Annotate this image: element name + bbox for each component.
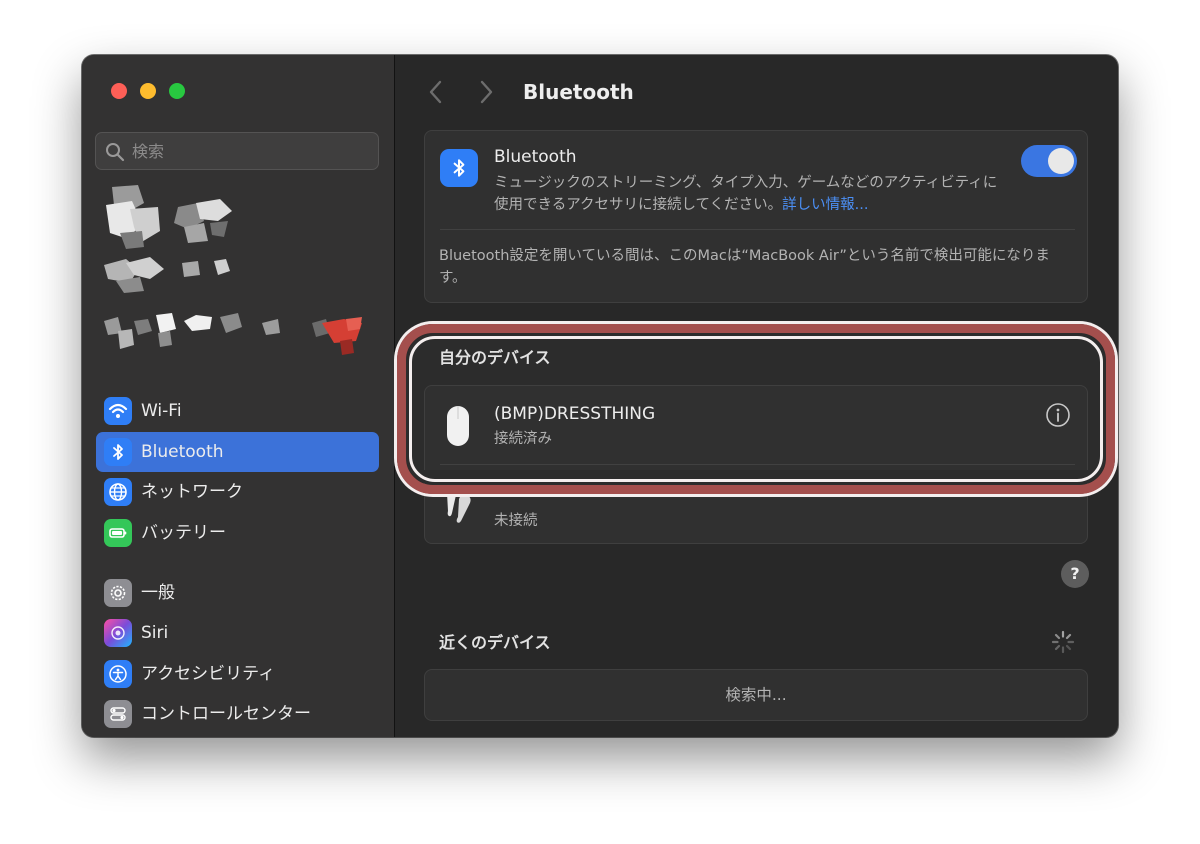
bluetooth-icon bbox=[440, 149, 478, 187]
divider bbox=[440, 229, 1075, 230]
bluetooth-description-text: ミュージックのストリーミング、タイプ入力、ゲームなどのアクティビティに使用できる… bbox=[494, 175, 998, 213]
sidebar-item-battery[interactable]: バッテリー bbox=[96, 513, 379, 553]
search-input[interactable] bbox=[132, 133, 367, 169]
more-info-link[interactable]: 詳しい情報... bbox=[782, 197, 868, 213]
back-button[interactable] bbox=[425, 79, 447, 105]
siri-icon bbox=[104, 619, 132, 647]
wifi-icon bbox=[104, 397, 132, 425]
searching-status: 検索中... bbox=[725, 686, 787, 704]
control-center-icon bbox=[104, 700, 132, 728]
loading-spinner-icon bbox=[1051, 630, 1075, 654]
help-button[interactable]: ? bbox=[1061, 560, 1089, 588]
chevron-left-icon bbox=[429, 80, 442, 104]
sidebar-item-siri[interactable]: Siri bbox=[96, 613, 379, 653]
bluetooth-toggle[interactable] bbox=[1021, 145, 1077, 177]
device-status: 未接続 bbox=[494, 513, 538, 529]
highlight-annotation bbox=[397, 324, 1115, 494]
sidebar-item-accessibility[interactable]: アクセシビリティ bbox=[96, 654, 379, 694]
bluetooth-card-title: Bluetooth bbox=[494, 147, 577, 167]
chevron-right-icon bbox=[480, 80, 493, 104]
forward-button[interactable] bbox=[475, 79, 497, 105]
sidebar-item-label: Siri bbox=[141, 623, 169, 643]
close-window-button[interactable] bbox=[111, 83, 127, 99]
sidebar-item-label: 一般 bbox=[141, 583, 175, 603]
page-title: Bluetooth bbox=[523, 80, 634, 104]
accessibility-icon bbox=[104, 660, 132, 688]
nearby-devices-header: 近くのデバイス bbox=[439, 633, 551, 652]
sidebar-item-label: アクセシビリティ bbox=[141, 664, 276, 684]
sidebar-item-label: コントロールセンター bbox=[141, 704, 311, 724]
sidebar: Wi-Fi Bluetooth ネットワーク bbox=[82, 55, 395, 737]
sidebar-item-wifi[interactable]: Wi-Fi bbox=[96, 391, 379, 431]
nearby-devices-list: 検索中... bbox=[424, 669, 1088, 721]
sidebar-item-general[interactable]: 一般 bbox=[96, 573, 379, 613]
sidebar-item-network[interactable]: ネットワーク bbox=[96, 472, 379, 512]
bluetooth-description: ミュージックのストリーミング、タイプ入力、ゲームなどのアクティビティに使用できる… bbox=[494, 172, 1009, 216]
gear-icon bbox=[104, 579, 132, 607]
sidebar-item-label: バッテリー bbox=[141, 523, 226, 543]
pixelated-avatar-image bbox=[104, 185, 362, 355]
battery-icon bbox=[104, 519, 132, 547]
globe-icon bbox=[104, 478, 132, 506]
sidebar-search[interactable] bbox=[95, 132, 379, 170]
bluetooth-card: Bluetooth ミュージックのストリーミング、タイプ入力、ゲームなどのアクテ… bbox=[424, 130, 1088, 303]
account-avatar-pixelated[interactable] bbox=[100, 183, 382, 373]
sidebar-item-label: ネットワーク bbox=[141, 482, 243, 502]
discoverable-note: Bluetooth設定を開いている間は、このMacは“MacBook Air”と… bbox=[439, 248, 1050, 286]
highlight-inner-ring bbox=[409, 336, 1103, 482]
sidebar-item-label: Wi-Fi bbox=[141, 401, 182, 421]
sidebar-item-label: Bluetooth bbox=[141, 442, 224, 462]
minimize-window-button[interactable] bbox=[140, 83, 156, 99]
sidebar-item-control-center[interactable]: コントロールセンター bbox=[96, 694, 379, 734]
toggle-knob bbox=[1048, 148, 1074, 174]
bluetooth-icon bbox=[104, 438, 132, 466]
zoom-window-button[interactable] bbox=[169, 83, 185, 99]
search-icon bbox=[106, 143, 125, 162]
sidebar-item-bluetooth[interactable]: Bluetooth bbox=[96, 432, 379, 472]
